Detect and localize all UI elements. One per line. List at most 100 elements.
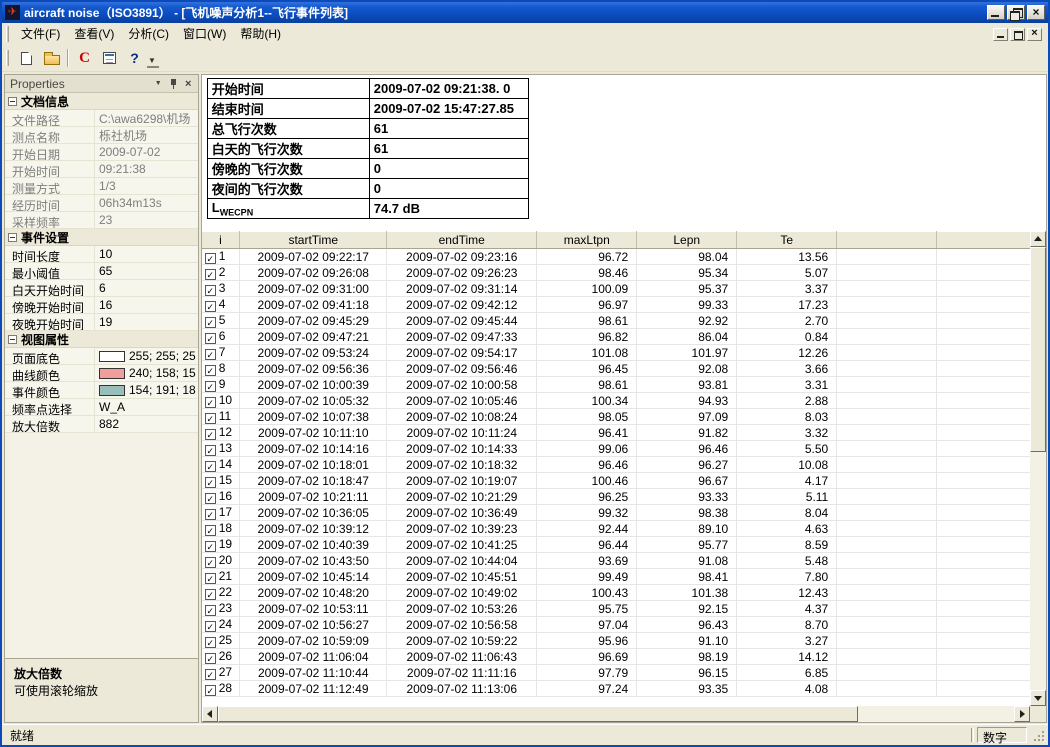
pin-icon[interactable] [166, 77, 181, 91]
menu-item[interactable]: 文件(F) [14, 22, 67, 46]
row-checkbox[interactable]: ✓ [205, 509, 216, 520]
property-row[interactable]: 开始时间09:21:38 [5, 161, 198, 178]
row-checkbox[interactable]: ✓ [205, 397, 216, 408]
section-header[interactable]: 视图属性 [5, 331, 198, 348]
table-row[interactable]: ✓82009-07-02 09:56:362009-07-02 09:56:46… [202, 361, 1037, 377]
table-row[interactable]: ✓222009-07-02 10:48:202009-07-02 10:49:0… [202, 585, 1037, 601]
row-checkbox[interactable]: ✓ [205, 669, 216, 680]
property-row[interactable]: 页面底色255; 255; 25 [5, 348, 198, 365]
row-checkbox[interactable]: ✓ [205, 253, 216, 264]
row-checkbox[interactable]: ✓ [205, 429, 216, 440]
menu-item[interactable]: 窗口(W) [176, 22, 233, 46]
column-header[interactable]: maxLtpn [537, 232, 637, 249]
properties-panel-header[interactable]: Properties ▼ × [5, 75, 198, 93]
column-header[interactable] [837, 232, 937, 249]
table-row[interactable]: ✓122009-07-02 10:11:102009-07-02 10:11:2… [202, 425, 1037, 441]
row-checkbox[interactable]: ✓ [205, 445, 216, 456]
restore-button[interactable] [1007, 5, 1025, 20]
panel-close-icon[interactable]: × [181, 77, 196, 91]
properties-button[interactable] [97, 47, 122, 69]
property-value[interactable]: 240; 158; 15 [95, 365, 198, 381]
table-row[interactable]: ✓282009-07-02 11:12:492009-07-02 11:13:0… [202, 681, 1037, 697]
row-checkbox[interactable]: ✓ [205, 477, 216, 488]
collapse-icon[interactable] [8, 97, 17, 106]
property-value[interactable]: 16 [95, 297, 198, 313]
property-value[interactable]: 2009-07-02 [95, 144, 198, 160]
row-checkbox[interactable]: ✓ [205, 589, 216, 600]
property-row[interactable]: 文件路径C:\awa6298\机场 [5, 110, 198, 127]
row-checkbox[interactable]: ✓ [205, 493, 216, 504]
property-value[interactable]: 06h34m13s [95, 195, 198, 211]
property-value[interactable]: 23 [95, 212, 198, 228]
property-row[interactable]: 白天开始时间6 [5, 280, 198, 297]
table-row[interactable]: ✓262009-07-02 11:06:042009-07-02 11:06:4… [202, 649, 1037, 665]
menu-item[interactable]: 查看(V) [67, 22, 121, 46]
property-row[interactable]: 测点名称栎社机场 [5, 127, 198, 144]
property-row[interactable]: 最小阈值65 [5, 263, 198, 280]
row-checkbox[interactable]: ✓ [205, 525, 216, 536]
table-row[interactable]: ✓182009-07-02 10:39:122009-07-02 10:39:2… [202, 521, 1037, 537]
horizontal-scroll-thumb[interactable] [218, 706, 858, 722]
table-row[interactable]: ✓42009-07-02 09:41:182009-07-02 09:42:12… [202, 297, 1037, 313]
scroll-right-button[interactable] [1014, 706, 1030, 722]
row-checkbox[interactable]: ✓ [205, 653, 216, 664]
menu-item[interactable]: 帮助(H) [233, 22, 288, 46]
property-row[interactable]: 放大倍数882 [5, 416, 198, 433]
row-checkbox[interactable]: ✓ [205, 285, 216, 296]
property-row[interactable]: 测量方式1/3 [5, 178, 198, 195]
property-row[interactable]: 时间长度10 [5, 246, 198, 263]
row-checkbox[interactable]: ✓ [205, 557, 216, 568]
row-checkbox[interactable]: ✓ [205, 541, 216, 552]
column-header[interactable]: endTime [387, 232, 537, 249]
vertical-scroll-thumb[interactable] [1030, 247, 1046, 452]
property-row[interactable]: 事件颜色154; 191; 18 [5, 382, 198, 399]
mdi-close-button[interactable]: × [1027, 28, 1042, 41]
property-value[interactable]: 65 [95, 263, 198, 279]
table-row[interactable]: ✓162009-07-02 10:21:112009-07-02 10:21:2… [202, 489, 1037, 505]
table-row[interactable]: ✓12009-07-02 09:22:172009-07-02 09:23:16… [202, 249, 1037, 265]
table-row[interactable]: ✓32009-07-02 09:31:002009-07-02 09:31:14… [202, 281, 1037, 297]
property-row[interactable]: 夜晚开始时间19 [5, 314, 198, 331]
property-row[interactable]: 经历时间06h34m13s [5, 195, 198, 212]
table-row[interactable]: ✓272009-07-02 11:10:442009-07-02 11:11:1… [202, 665, 1037, 681]
column-header[interactable]: i [202, 232, 240, 249]
row-checkbox[interactable]: ✓ [205, 685, 216, 696]
property-row[interactable]: 曲线颜色240; 158; 15 [5, 365, 198, 382]
property-row[interactable]: 频率点选择W_A [5, 399, 198, 416]
row-checkbox[interactable]: ✓ [205, 461, 216, 472]
collapse-icon[interactable] [8, 335, 17, 344]
column-header[interactable]: Te [737, 232, 837, 249]
table-row[interactable]: ✓112009-07-02 10:07:382009-07-02 10:08:2… [202, 409, 1037, 425]
toolbar-overflow-button[interactable]: ▼ [147, 50, 159, 68]
table-row[interactable]: ✓242009-07-02 10:56:272009-07-02 10:56:5… [202, 617, 1037, 633]
property-value[interactable]: 882 [95, 416, 198, 432]
table-row[interactable]: ✓172009-07-02 10:36:052009-07-02 10:36:4… [202, 505, 1037, 521]
mdi-minimize-button[interactable] [993, 28, 1008, 41]
property-value[interactable]: 19 [95, 314, 198, 330]
minimize-button[interactable] [987, 5, 1005, 20]
table-row[interactable]: ✓52009-07-02 09:45:292009-07-02 09:45:44… [202, 313, 1037, 329]
menubar-grip[interactable] [6, 26, 9, 42]
property-value[interactable]: 255; 255; 25 [95, 348, 198, 364]
property-value[interactable]: 154; 191; 18 [95, 382, 198, 398]
row-checkbox[interactable]: ✓ [205, 605, 216, 616]
open-file-button[interactable] [39, 47, 64, 69]
title-bar[interactable]: ✈ aircraft noise（ISO3891） - [飞机噪声分析1--飞行… [2, 2, 1048, 23]
row-checkbox[interactable]: ✓ [205, 573, 216, 584]
calibration-button[interactable]: C [72, 47, 97, 69]
row-checkbox[interactable]: ✓ [205, 413, 216, 424]
resize-grip[interactable] [1031, 727, 1046, 744]
property-value[interactable]: 6 [95, 280, 198, 296]
row-checkbox[interactable]: ✓ [205, 381, 216, 392]
toolbar-grip[interactable] [6, 50, 9, 66]
scroll-left-button[interactable] [202, 706, 218, 722]
table-row[interactable]: ✓102009-07-02 10:05:322009-07-02 10:05:4… [202, 393, 1037, 409]
table-row[interactable]: ✓192009-07-02 10:40:392009-07-02 10:41:2… [202, 537, 1037, 553]
table-row[interactable]: ✓132009-07-02 10:14:162009-07-02 10:14:3… [202, 441, 1037, 457]
table-row[interactable]: ✓232009-07-02 10:53:112009-07-02 10:53:2… [202, 601, 1037, 617]
chevron-down-icon[interactable]: ▼ [151, 77, 166, 91]
table-row[interactable]: ✓152009-07-02 10:18:472009-07-02 10:19:0… [202, 473, 1037, 489]
property-row[interactable]: 傍晚开始时间16 [5, 297, 198, 314]
property-value[interactable]: 1/3 [95, 178, 198, 194]
column-header[interactable]: Lepn [637, 232, 737, 249]
